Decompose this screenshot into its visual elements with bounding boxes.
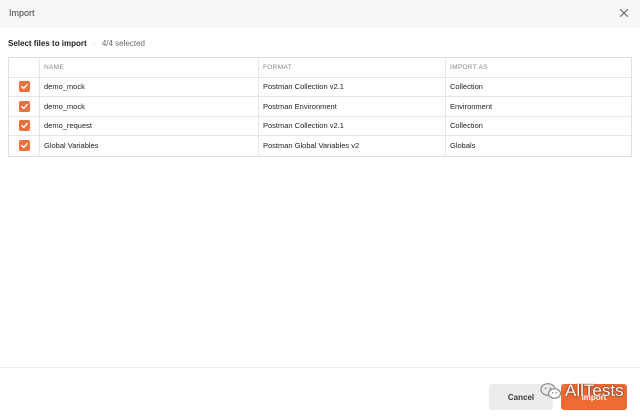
import-button[interactable]: Import bbox=[561, 384, 627, 410]
row-name: demo_request bbox=[40, 116, 259, 135]
footer-divider bbox=[0, 367, 640, 368]
cancel-button[interactable]: Cancel bbox=[489, 384, 553, 410]
dialog-title-bar: Import bbox=[0, 0, 640, 28]
checkbox-cell bbox=[9, 97, 40, 116]
row-checkbox[interactable] bbox=[18, 140, 30, 152]
column-header-import-as: IMPORT AS bbox=[450, 63, 488, 71]
select-files-label: Select files to import bbox=[8, 39, 87, 48]
header-checkbox-cell bbox=[9, 58, 40, 77]
table-row: demo_mock Postman Collection v2.1 Collec… bbox=[9, 77, 631, 97]
files-table: NAME FORMAT IMPORT AS demo_mock Postman … bbox=[8, 57, 632, 157]
row-format: Postman Collection v2.1 bbox=[259, 77, 446, 96]
row-checkbox[interactable] bbox=[18, 100, 30, 112]
row-name: Global Variables bbox=[40, 136, 259, 156]
row-checkbox[interactable] bbox=[18, 81, 30, 93]
row-import-as[interactable]: Collection bbox=[446, 117, 631, 136]
row-name: demo_mock bbox=[40, 97, 259, 116]
checkbox-cell bbox=[9, 77, 40, 96]
selected-count: 4/4 selected bbox=[101, 39, 145, 48]
import-dialog: Import Select files to import · 4/4 sele… bbox=[0, 0, 640, 418]
column-header-name: NAME bbox=[40, 58, 259, 77]
dialog-title: Import bbox=[9, 8, 35, 18]
row-import-as[interactable]: Globals bbox=[446, 136, 631, 156]
row-format: Postman Collection v2.1 bbox=[259, 116, 446, 135]
table-row: Global Variables Postman Global Variable… bbox=[9, 136, 631, 156]
table-row: demo_mock Postman Environment Environmen… bbox=[9, 97, 631, 117]
checkmark-icon bbox=[20, 123, 28, 129]
checkbox-cell bbox=[9, 136, 40, 156]
checkmark-icon bbox=[20, 84, 28, 90]
selection-summary: Select files to import · 4/4 selected bbox=[8, 39, 145, 48]
close-icon[interactable] bbox=[617, 6, 631, 20]
table-header-row: NAME FORMAT IMPORT AS bbox=[9, 58, 631, 78]
separator-dot: · bbox=[92, 39, 96, 48]
row-import-as[interactable]: Collection bbox=[446, 78, 631, 97]
row-name: demo_mock bbox=[40, 77, 259, 96]
row-format: Postman Global Variables v2 bbox=[259, 136, 446, 156]
checkbox-cell bbox=[9, 116, 40, 135]
checkmark-icon bbox=[20, 143, 28, 149]
row-import-as[interactable]: Environment bbox=[446, 97, 631, 116]
checkmark-icon bbox=[20, 103, 28, 109]
column-header-format: FORMAT bbox=[259, 58, 446, 77]
row-checkbox[interactable] bbox=[18, 120, 30, 132]
table-row: demo_request Postman Collection v2.1 Col… bbox=[9, 116, 631, 136]
row-format: Postman Environment bbox=[259, 97, 446, 116]
